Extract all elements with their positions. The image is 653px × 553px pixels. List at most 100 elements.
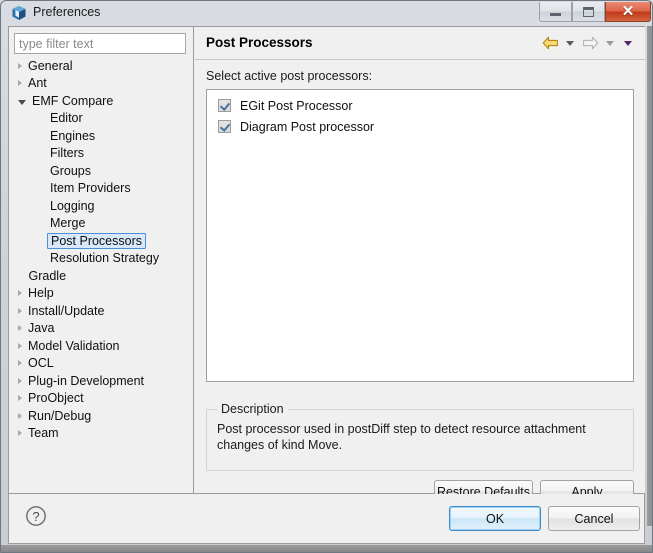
- chevron-right-icon[interactable]: [18, 377, 22, 384]
- forward-button[interactable]: [579, 34, 601, 52]
- page-title: Post Processors: [206, 35, 313, 50]
- forward-dropdown-button[interactable]: [601, 34, 619, 52]
- tree-item-label: General: [28, 58, 73, 73]
- tree-item-gradle[interactable]: Gradle: [14, 267, 193, 285]
- tree-item-groups[interactable]: Groups: [14, 162, 193, 180]
- chevron-right-icon[interactable]: [18, 307, 22, 314]
- question-mark-icon[interactable]: ?: [25, 505, 47, 527]
- tree-item-run-debug[interactable]: Run/Debug: [14, 407, 193, 425]
- description-legend: Description: [217, 402, 288, 416]
- tree-item-label: OCL: [28, 356, 54, 370]
- tree-item-install-update[interactable]: Install/Update: [14, 302, 193, 320]
- list-item-label: Diagram Post processor: [240, 119, 375, 134]
- tree-item-team[interactable]: Team: [14, 425, 193, 443]
- tree-item-label: Run/Debug: [28, 408, 92, 423]
- minimize-icon: [550, 13, 561, 16]
- tree-item-label: Model Validation: [28, 338, 120, 353]
- chevron-right-icon[interactable]: [18, 412, 22, 419]
- tree-item-merge[interactable]: Merge: [14, 215, 193, 233]
- navigation-controls: [539, 34, 637, 52]
- tree-item-item-providers[interactable]: Item Providers: [14, 180, 193, 198]
- chevron-right-icon[interactable]: [18, 62, 22, 69]
- back-dropdown-button[interactable]: [561, 34, 579, 52]
- chevron-right-icon[interactable]: [18, 342, 22, 349]
- list-item[interactable]: EGit Post Processor: [207, 95, 633, 116]
- chevron-right-icon[interactable]: [18, 360, 22, 367]
- chevron-down-icon[interactable]: [18, 99, 26, 105]
- preferences-tree-pane: General Ant EMF Compare Editor Engines Filter…: [9, 27, 194, 493]
- title-bar[interactable]: Preferences ✕: [1, 1, 652, 25]
- chevron-right-icon[interactable]: [18, 430, 22, 437]
- dialog-body: General Ant EMF Compare Editor Engines Filter…: [8, 26, 645, 503]
- tree-item-label: Gradle: [28, 268, 67, 283]
- maximize-icon: [583, 6, 594, 17]
- close-button[interactable]: ✕: [605, 2, 651, 22]
- tree-item-label: ProObject: [28, 391, 84, 405]
- tree-item-ant[interactable]: Ant: [14, 75, 193, 93]
- tree-item-proobject[interactable]: ProObject: [14, 390, 193, 408]
- view-menu-button[interactable]: [619, 34, 637, 52]
- tree-item-filters[interactable]: Filters: [14, 145, 193, 163]
- dialog-footer: ? OK Cancel: [8, 494, 645, 544]
- tree-item-label: Editor: [50, 111, 83, 125]
- chevron-down-icon: [606, 40, 614, 46]
- back-button[interactable]: [539, 34, 561, 52]
- page-content-pane: Post Processors Select active post proce…: [195, 27, 645, 503]
- tree-item-post-processors[interactable]: Post Processors: [14, 232, 193, 250]
- tree-item-label: Merge: [50, 216, 86, 230]
- chevron-right-icon[interactable]: [18, 395, 22, 402]
- tree-item-label: Resolution Strategy: [50, 251, 160, 265]
- tree-item-label: Team: [28, 426, 59, 440]
- window-right-edge: [647, 26, 653, 526]
- list-item[interactable]: Diagram Post processor: [207, 116, 633, 137]
- preferences-dialog-window: Preferences ✕ General Ant EMF Compare Edito…: [0, 0, 653, 553]
- description-group: Description Post processor used in postD…: [206, 402, 634, 471]
- eclipse-cube-icon: [12, 6, 26, 20]
- page-header: Post Processors: [195, 27, 645, 60]
- tree-item-label: Logging: [50, 198, 95, 213]
- tree-item-label: Ant: [28, 76, 47, 90]
- post-processors-list[interactable]: EGit Post Processor Diagram Post processo…: [206, 89, 634, 382]
- tree-item-help[interactable]: Help: [14, 285, 193, 303]
- minimize-button[interactable]: [539, 2, 572, 22]
- tree-item-label: Java: [28, 321, 55, 335]
- checkbox-checked-icon[interactable]: [218, 99, 231, 112]
- tree-item-editor[interactable]: Editor: [14, 110, 193, 128]
- chevron-down-icon: [566, 40, 574, 46]
- tree-item-label: Plug-in Development: [28, 373, 145, 388]
- tree-item-label: Help: [28, 286, 54, 300]
- list-item-label: EGit Post Processor: [240, 98, 353, 113]
- filter-input[interactable]: [14, 33, 186, 54]
- tree-item-label: Install/Update: [28, 303, 105, 318]
- chevron-right-icon[interactable]: [18, 290, 22, 297]
- tree-item-resolution-strategy[interactable]: Resolution Strategy: [14, 250, 193, 268]
- tree-item-label: Filters: [50, 146, 85, 160]
- svg-text:?: ?: [32, 509, 39, 524]
- tree-item-emf-compare[interactable]: EMF Compare: [14, 92, 193, 110]
- chevron-right-icon[interactable]: [18, 325, 22, 332]
- cancel-button[interactable]: Cancel: [548, 506, 640, 531]
- window-title: Preferences: [33, 5, 101, 19]
- tree-item-logging[interactable]: Logging: [14, 197, 193, 215]
- tree-item-general[interactable]: General: [14, 57, 193, 75]
- tree-item-engines[interactable]: Engines: [14, 127, 193, 145]
- description-text: Post processor used in postDiff step to …: [217, 422, 586, 452]
- tree-item-plug-in-development[interactable]: Plug-in Development: [14, 372, 193, 390]
- tree-item-label: Post Processors: [47, 232, 147, 249]
- maximize-button[interactable]: [572, 2, 605, 22]
- tree-item-model-validation[interactable]: Model Validation: [14, 337, 193, 355]
- tree-item-ocl[interactable]: OCL: [14, 355, 193, 373]
- back-arrow-icon: [542, 36, 558, 50]
- ok-button[interactable]: OK: [449, 506, 541, 531]
- checkbox-checked-icon[interactable]: [218, 120, 231, 133]
- tree-item-java[interactable]: Java: [14, 320, 193, 338]
- chevron-right-icon[interactable]: [18, 80, 22, 87]
- forward-arrow-icon: [582, 36, 598, 50]
- tree-item-label: Item Providers: [50, 181, 131, 195]
- tree-item-label: Groups: [50, 163, 91, 178]
- tree-item-label: EMF Compare: [32, 93, 114, 108]
- select-processors-label: Select active post processors:: [206, 69, 373, 83]
- close-icon: ✕: [621, 3, 635, 20]
- preferences-tree[interactable]: General Ant EMF Compare Editor Engines Filter…: [14, 57, 193, 489]
